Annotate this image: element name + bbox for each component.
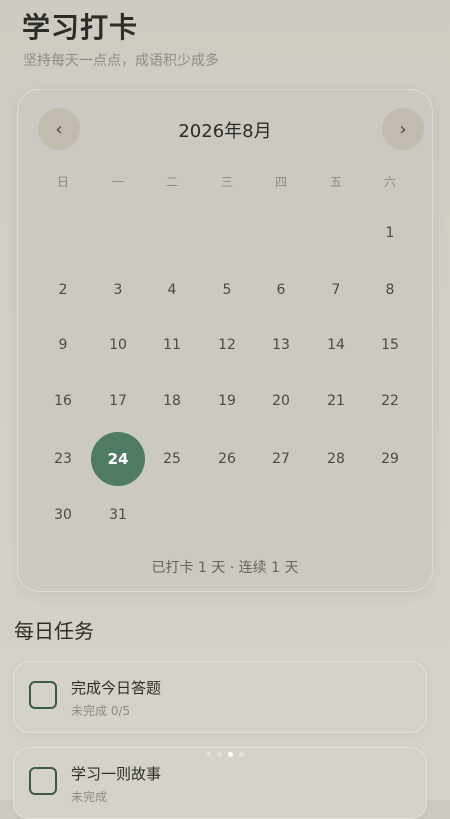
page-dot [228, 752, 233, 757]
page-dot [239, 752, 244, 757]
task-status: 未完成 0/5 [71, 704, 131, 718]
task-checkbox[interactable] [29, 681, 57, 709]
calendar-day[interactable]: 16 [43, 386, 83, 416]
weekday-label: 一 [111, 175, 124, 189]
calendar-day[interactable]: 5 [207, 275, 247, 305]
calendar-day[interactable]: 30 [43, 500, 83, 530]
calendar-card: ‹ 2026年8月 › 日 一 二 三 四 五 六 1 2 3 4 5 6 7 8 9 10 11 1… [17, 89, 433, 592]
calendar-day[interactable]: 13 [261, 330, 301, 360]
weekday-label: 六 [383, 175, 396, 189]
task-item[interactable]: 完成今日答题 未完成 0/5 [13, 661, 427, 733]
checkin-summary: 已打卡 1 天 · 连续 1 天 [151, 560, 299, 576]
calendar-day[interactable]: 7 [316, 275, 356, 305]
calendar-day[interactable]: 14 [316, 330, 356, 360]
calendar-day-selected[interactable]: 24 [91, 432, 145, 486]
calendar-day[interactable]: 1 [370, 218, 410, 248]
weekday-label: 二 [165, 175, 178, 189]
calendar-day[interactable]: 12 [207, 330, 247, 360]
month-title: 2026年8月 [178, 121, 272, 142]
calendar-day[interactable]: 31 [98, 500, 138, 530]
calendar-day[interactable]: 4 [152, 275, 192, 305]
weekday-label: 四 [274, 175, 287, 189]
calendar-day[interactable]: 27 [261, 444, 301, 474]
calendar-day[interactable]: 25 [152, 444, 192, 474]
task-title: 完成今日答题 [71, 679, 162, 697]
calendar-day[interactable]: 8 [370, 275, 410, 305]
calendar-day[interactable]: 29 [370, 444, 410, 474]
calendar-day[interactable]: 2 [43, 275, 83, 305]
calendar-day[interactable]: 9 [43, 330, 83, 360]
calendar-day[interactable]: 15 [370, 330, 410, 360]
page-dot [217, 752, 222, 757]
page-subtitle: 坚持每天一点点，成语积少成多 [23, 53, 219, 69]
calendar-day[interactable]: 6 [261, 275, 301, 305]
task-title: 学习一则故事 [71, 765, 162, 783]
chevron-right-icon: › [399, 118, 407, 140]
calendar-day[interactable]: 3 [98, 275, 138, 305]
weekday-label: 三 [220, 175, 233, 189]
weekday-label: 五 [329, 175, 342, 189]
calendar-day[interactable]: 26 [207, 444, 247, 474]
calendar-day[interactable]: 17 [98, 386, 138, 416]
calendar-day[interactable]: 18 [152, 386, 192, 416]
calendar-day[interactable]: 19 [207, 386, 247, 416]
task-item[interactable]: 学习一则故事 未完成 [13, 747, 427, 819]
next-month-button[interactable]: › [382, 108, 424, 150]
calendar-day[interactable]: 11 [152, 330, 192, 360]
calendar-day[interactable]: 10 [98, 330, 138, 360]
calendar-day[interactable]: 21 [316, 386, 356, 416]
calendar-day[interactable]: 28 [316, 444, 356, 474]
section-title-daily-tasks: 每日任务 [14, 619, 94, 643]
page-indicator [0, 752, 450, 757]
calendar-day[interactable]: 20 [261, 386, 301, 416]
weekday-label: 日 [56, 175, 69, 189]
page-title: 学习打卡 [22, 11, 139, 44]
calendar-day[interactable]: 22 [370, 386, 410, 416]
task-checkbox[interactable] [29, 767, 57, 795]
calendar-day[interactable]: 23 [43, 444, 83, 474]
task-status: 未完成 [71, 790, 108, 804]
page-dot [206, 752, 211, 757]
